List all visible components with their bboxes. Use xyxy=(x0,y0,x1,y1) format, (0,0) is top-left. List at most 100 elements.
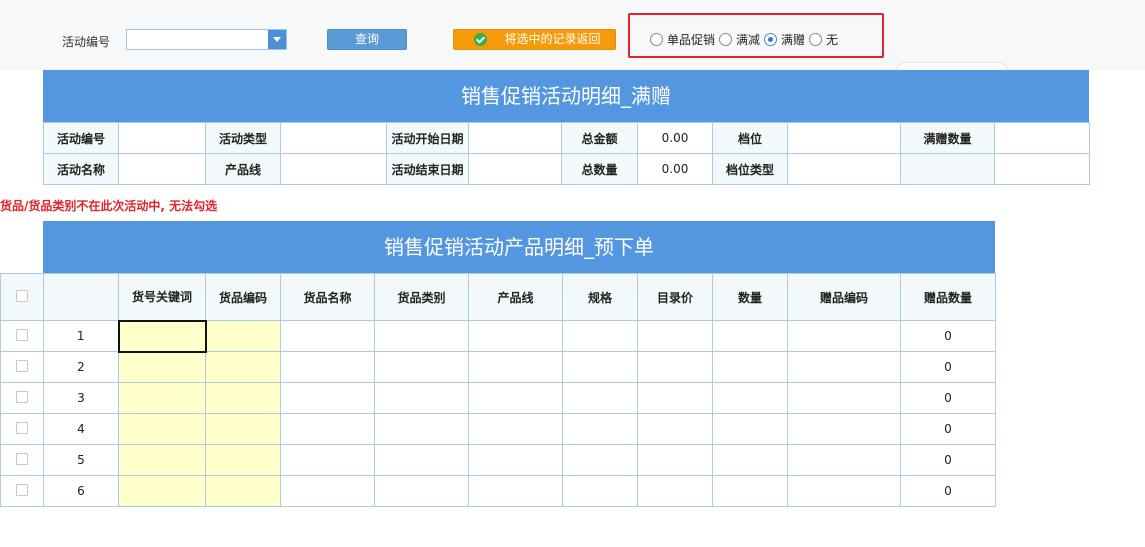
radio-button-icon[interactable] xyxy=(719,32,733,46)
table-cell xyxy=(787,382,901,414)
table-cell xyxy=(712,320,788,352)
select-all-checkbox[interactable] xyxy=(16,289,28,302)
table-cell[interactable] xyxy=(205,475,281,507)
promo-type-radio-label: 无 xyxy=(826,32,839,47)
promo-type-radio-3[interactable]: 无 xyxy=(809,31,838,48)
promo-type-radio-label: 满减 xyxy=(736,32,761,47)
row-checkbox[interactable] xyxy=(16,359,28,372)
activity-no-input[interactable] xyxy=(127,30,269,49)
table-cell: 0 xyxy=(900,382,996,414)
table-cell xyxy=(468,444,563,476)
table-cell xyxy=(637,413,713,445)
table-cell: 0 xyxy=(900,351,996,383)
table-cell xyxy=(787,475,901,507)
product-line-value xyxy=(280,153,387,185)
gift-qty-value xyxy=(994,122,1090,154)
products-panel-title: 销售促销活动产品明细_预下单 xyxy=(43,221,995,273)
radio-button-icon[interactable] xyxy=(764,32,778,46)
total-amount-label: 总金额 xyxy=(561,122,638,154)
row-select-cell[interactable] xyxy=(0,475,44,507)
end-date-label: 活动结束日期 xyxy=(386,153,469,185)
products-header-row: 货号关键词 货品编码 货品名称 货品类别 产品线 规格 目录价 数量 赠品编码 赠品数量 xyxy=(0,273,996,321)
table-cell xyxy=(712,444,788,476)
table-cell[interactable] xyxy=(205,351,281,383)
promo-type-radio-2[interactable]: 满赠 xyxy=(764,31,805,48)
tier-type-value xyxy=(787,153,901,185)
row-checkbox[interactable] xyxy=(16,390,28,403)
activity-detail-table: 活动编号 活动类型 活动开始日期 总金额 0.00 档位 满赠数量 活动名称 产… xyxy=(43,122,1090,185)
promo-type-radio-group: 单品促销 满减 满赠 无 xyxy=(650,31,842,47)
table-cell[interactable] xyxy=(118,382,206,414)
table-cell: 0 xyxy=(900,413,996,445)
column-header: 货品编码 xyxy=(205,273,281,321)
chevron-down-icon[interactable] xyxy=(268,30,286,49)
select-all-cell[interactable] xyxy=(0,273,44,321)
row-number-header xyxy=(43,273,119,321)
row-select-cell[interactable] xyxy=(0,320,44,352)
promo-type-radio-label: 单品促销 xyxy=(667,32,716,47)
empty-label xyxy=(900,153,995,185)
radio-button-icon[interactable] xyxy=(809,32,823,46)
table-cell xyxy=(374,351,469,383)
table-cell[interactable] xyxy=(205,444,281,476)
table-cell[interactable] xyxy=(205,413,281,445)
tier-value xyxy=(787,122,901,154)
gift-qty-label: 满赠数量 xyxy=(900,122,995,154)
table-cell xyxy=(280,444,375,476)
column-header: 产品线 xyxy=(468,273,563,321)
check-circle-icon xyxy=(474,33,487,46)
table-cell xyxy=(280,382,375,414)
row-select-cell[interactable] xyxy=(0,444,44,476)
toolbar: 活动编号 查询 将选中的记录返回 单品促销 满减 满赠 无 xyxy=(0,0,1145,72)
table-cell[interactable] xyxy=(205,320,281,352)
column-header: 货品类别 xyxy=(374,273,469,321)
column-header: 货品名称 xyxy=(280,273,375,321)
activity-type-label: 活动类型 xyxy=(205,122,281,154)
activity-no-combobox[interactable] xyxy=(126,29,287,50)
products-table: 货号关键词 货品编码 货品名称 货品类别 产品线 规格 目录价 数量 赠品编码 赠品数量 1 0 2 0… xyxy=(0,273,996,507)
promo-type-radio-0[interactable]: 单品促销 xyxy=(650,31,715,48)
return-selected-button[interactable]: 将选中的记录返回 xyxy=(453,29,616,50)
tier-label: 档位 xyxy=(712,122,788,154)
radio-button-icon[interactable] xyxy=(650,32,663,46)
activity-no-label: 活动编号 xyxy=(43,122,119,154)
activity-name-value xyxy=(118,153,206,185)
promo-type-radio-1[interactable]: 满减 xyxy=(719,31,760,48)
table-cell[interactable] xyxy=(118,351,206,383)
row-select-cell[interactable] xyxy=(0,413,44,445)
row-number: 1 xyxy=(43,320,119,352)
activity-type-value xyxy=(280,122,387,154)
row-checkbox[interactable] xyxy=(16,452,28,465)
promo-type-radio-label: 满赠 xyxy=(781,32,806,47)
row-checkbox[interactable] xyxy=(16,483,28,496)
table-cell[interactable] xyxy=(118,413,206,445)
table-row: 30 xyxy=(0,382,996,414)
detail-panel-title: 销售促销活动明细_满赠 xyxy=(43,70,1089,122)
row-select-cell[interactable] xyxy=(0,382,44,414)
table-cell: 0 xyxy=(900,475,996,507)
table-cell xyxy=(374,382,469,414)
table-cell xyxy=(562,444,638,476)
table-cell xyxy=(787,351,901,383)
table-cell[interactable] xyxy=(117,319,207,353)
row-number: 2 xyxy=(43,351,119,383)
row-number: 6 xyxy=(43,475,119,507)
table-cell xyxy=(637,351,713,383)
column-header: 货号关键词 xyxy=(118,273,206,321)
table-row: 60 xyxy=(0,475,996,507)
table-cell xyxy=(562,413,638,445)
tier-type-label: 档位类型 xyxy=(712,153,788,185)
table-cell xyxy=(637,475,713,507)
row-select-cell[interactable] xyxy=(0,351,44,383)
row-checkbox[interactable] xyxy=(16,328,28,341)
table-cell[interactable] xyxy=(118,444,206,476)
table-cell xyxy=(280,351,375,383)
table-cell[interactable] xyxy=(118,475,206,507)
table-cell xyxy=(562,382,638,414)
start-date-value xyxy=(468,122,562,154)
table-cell xyxy=(562,475,638,507)
row-checkbox[interactable] xyxy=(16,421,28,434)
column-header: 赠品编码 xyxy=(787,273,901,321)
table-cell[interactable] xyxy=(205,382,281,414)
query-button[interactable]: 查询 xyxy=(327,29,407,50)
